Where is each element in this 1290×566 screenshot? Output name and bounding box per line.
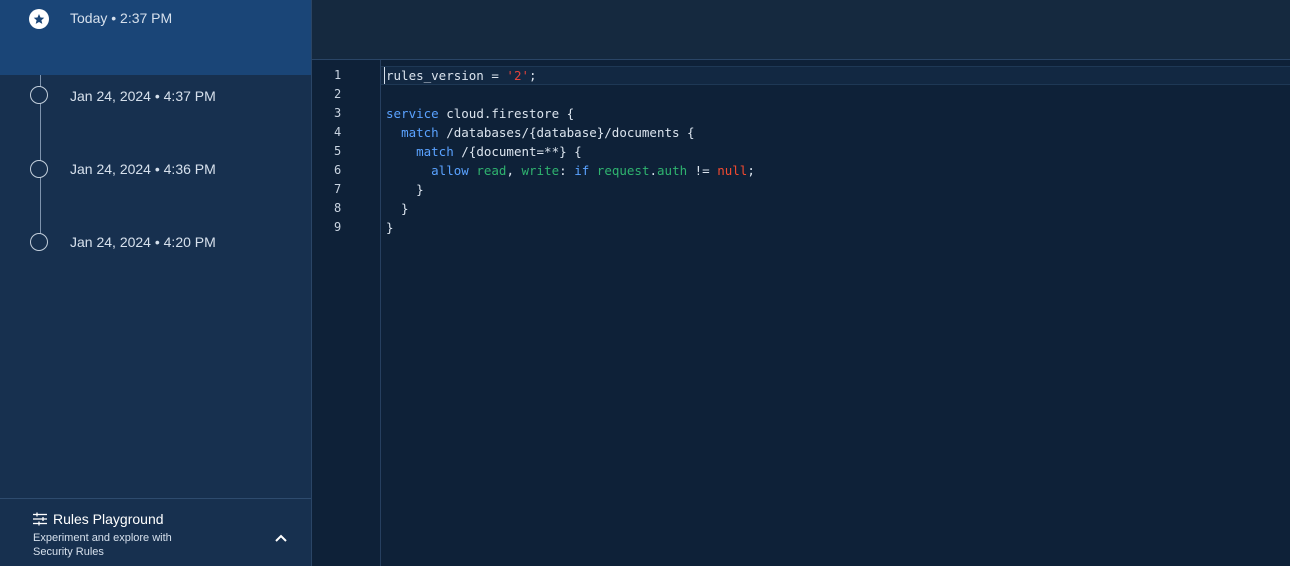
circle-outline-icon: [30, 86, 48, 104]
editor-header: [312, 0, 1290, 60]
code-token: write: [521, 163, 560, 178]
code-token: }: [386, 182, 424, 197]
line-number: 7: [334, 182, 342, 196]
history-item[interactable]: Jan 24, 2024 • 4:37 PM: [0, 75, 311, 125]
code-token: /{document=**} {: [453, 144, 582, 159]
code-token: if: [574, 163, 590, 178]
code-line: }: [386, 199, 409, 218]
code-token: rules_version =: [386, 68, 507, 83]
code-line: allow read, write: if request.auth != nu…: [386, 161, 755, 180]
history-item[interactable]: Jan 24, 2024 • 4:36 PM: [0, 148, 311, 198]
code-token: match: [416, 144, 454, 159]
line-number-gutter: 1 2 3 4 5 6 7 8 9: [312, 60, 381, 566]
code-token: }: [386, 220, 394, 235]
code-line: rules_version = '2';: [386, 66, 537, 85]
code-token: request: [596, 163, 650, 178]
code-token: allow: [431, 163, 469, 178]
app-root: Today • 2:37 PM Jan 24, 2024 • 4:37 PM J…: [0, 0, 1290, 566]
line-number: 8: [334, 201, 342, 215]
code-token: }: [386, 201, 409, 216]
history-item-current[interactable]: Today • 2:37 PM: [0, 0, 311, 75]
code-token: ;: [747, 163, 755, 178]
rules-playground-panel[interactable]: Rules Playground Experiment and explore …: [0, 498, 311, 566]
code-line: match /{document=**} {: [386, 142, 582, 161]
circle-outline-icon: [30, 233, 48, 251]
code-token: auth: [657, 163, 688, 178]
chevron-up-icon[interactable]: [274, 530, 288, 548]
code-token: ;: [529, 68, 537, 83]
line-number: 5: [334, 144, 342, 158]
line-number: 6: [334, 163, 342, 177]
tune-icon: [33, 512, 47, 531]
code-line: match /databases/{database}/documents {: [386, 123, 695, 142]
code-token: /databases/{database}/documents {: [438, 125, 695, 140]
line-number: 2: [334, 87, 342, 101]
history-sidebar: Today • 2:37 PM Jan 24, 2024 • 4:37 PM J…: [0, 0, 312, 566]
history-item-label: Jan 24, 2024 • 4:36 PM: [70, 161, 216, 177]
history-item[interactable]: Jan 24, 2024 • 4:20 PM: [0, 222, 311, 272]
code-token: match: [401, 125, 439, 140]
history-item-label: Today • 2:37 PM: [70, 10, 173, 26]
code-token: read: [476, 163, 507, 178]
line-number: 9: [334, 220, 342, 234]
code-token: '2': [506, 68, 529, 83]
playground-subtitle: Experiment and explore with Security Rul…: [33, 532, 172, 558]
code-token: service: [386, 106, 439, 121]
code-token: ,: [506, 163, 522, 178]
star-circle-icon: [29, 9, 49, 29]
history-item-label: Jan 24, 2024 • 4:20 PM: [70, 234, 216, 250]
history-item-label: Jan 24, 2024 • 4:37 PM: [70, 88, 216, 104]
code-token: null: [717, 163, 748, 178]
code-token: .: [649, 163, 658, 178]
code-token: :: [559, 163, 575, 178]
text-cursor: [384, 67, 385, 84]
code-line: }: [386, 218, 394, 237]
line-number: 3: [334, 106, 342, 120]
code-token: cloud.firestore {: [438, 106, 575, 121]
circle-outline-icon: [30, 160, 48, 178]
code-line: service cloud.firestore {: [386, 104, 574, 123]
line-number: 1: [334, 68, 342, 82]
code-token: !=: [687, 163, 718, 178]
code-editor[interactable]: rules_version = '2'; service cloud.firest…: [381, 60, 1290, 566]
line-number: 4: [334, 125, 342, 139]
playground-title: Rules Playground: [53, 511, 164, 527]
code-line: }: [386, 180, 424, 199]
